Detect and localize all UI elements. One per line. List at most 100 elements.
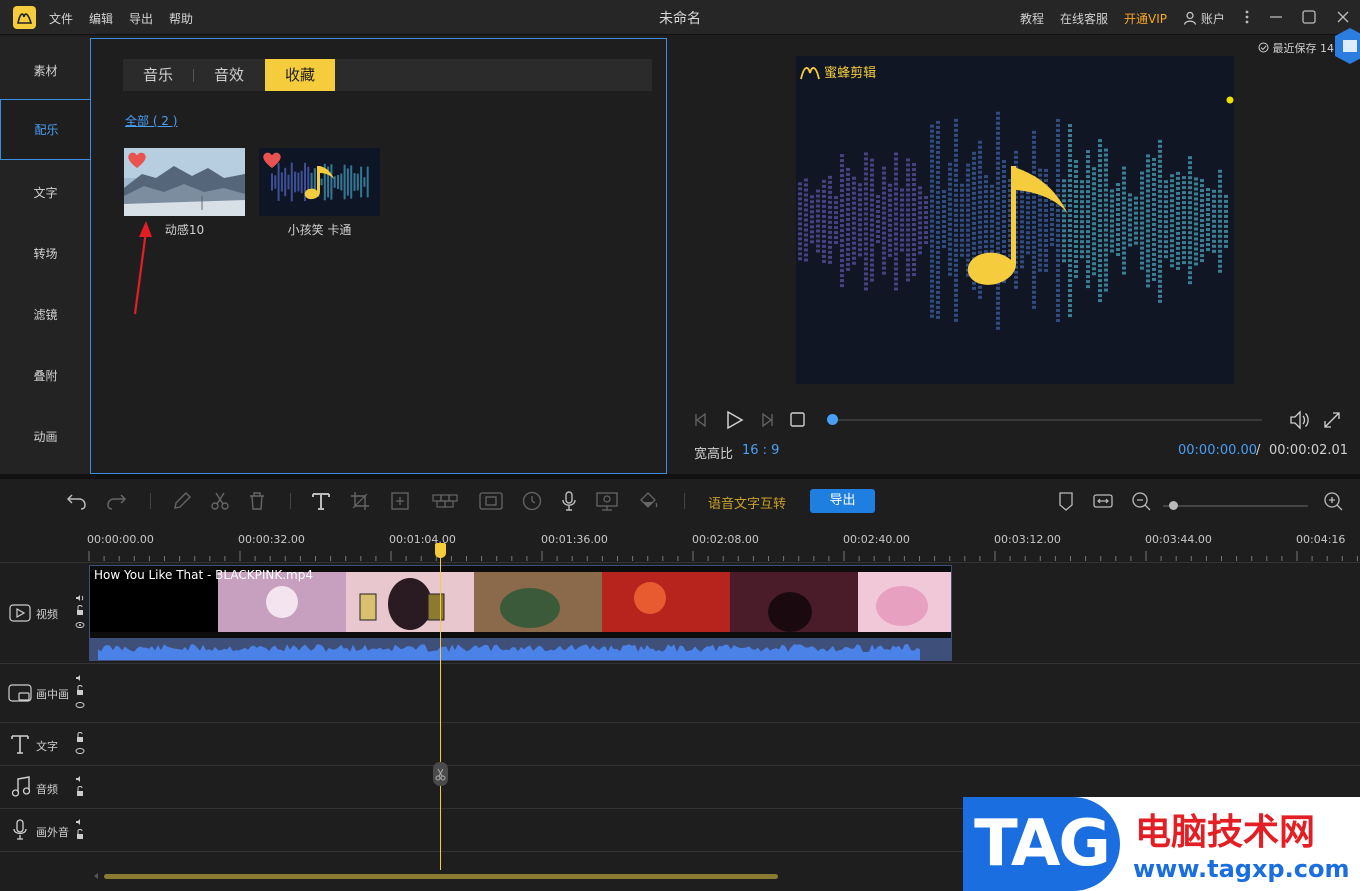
track-controls[interactable] [75, 818, 85, 842]
zoom-slider-knob[interactable] [1169, 501, 1178, 510]
pip-track-icon [8, 684, 32, 702]
tab-favorites[interactable]: 收藏 [265, 59, 335, 91]
next-frame-icon[interactable] [757, 410, 777, 430]
tutorial-link[interactable]: 教程 [1020, 10, 1044, 27]
bee-logo-icon [800, 67, 820, 80]
maximize-icon[interactable] [1299, 7, 1319, 27]
mosaic-icon[interactable] [431, 490, 459, 512]
track-label-pip: 画中画 [36, 688, 69, 701]
check-circle-icon [1258, 42, 1269, 53]
aspect-ratio-value[interactable]: 16 : 9 [742, 443, 779, 458]
fit-timeline-icon[interactable] [1092, 490, 1114, 512]
timeline-ruler[interactable]: 00:00:00.00 00:00:32.00 00:01:04.00 00:0… [0, 523, 1360, 563]
track-controls[interactable] [75, 732, 85, 756]
trash-icon[interactable] [246, 490, 268, 512]
time-separator: / [1256, 443, 1261, 458]
nav-music[interactable]: 配乐 [0, 99, 92, 160]
annotation-arrow [133, 221, 152, 315]
stop-icon[interactable] [789, 411, 807, 429]
menu-file[interactable]: 文件 [49, 10, 73, 27]
zoom-out-icon[interactable] [1130, 490, 1152, 512]
fullscreen-icon[interactable] [1322, 410, 1342, 430]
favorite-heart-icon[interactable] [126, 150, 148, 170]
text-track-icon [11, 735, 29, 754]
video-preview[interactable]: 蜜蜂剪辑 [796, 56, 1234, 384]
scroll-left-icon[interactable] [92, 872, 100, 880]
redo-icon[interactable] [106, 490, 128, 512]
music-note-icon [967, 166, 1068, 285]
close-icon[interactable] [1333, 7, 1353, 27]
menu-help[interactable]: 帮助 [169, 10, 193, 27]
brand-label: 蜜蜂剪辑 [824, 66, 877, 81]
playhead-handle[interactable] [435, 543, 446, 558]
track-controls[interactable] [75, 594, 85, 630]
track-label-video: 视频 [36, 608, 58, 621]
media-name: 小孩笑 卡通 [287, 223, 352, 237]
playback-progress-track[interactable] [832, 419, 1262, 421]
toolbar-separator [684, 493, 685, 509]
playback-progress-knob[interactable] [827, 414, 838, 425]
scissors-icon[interactable] [209, 490, 231, 512]
nav-transition[interactable]: 转场 [0, 224, 91, 285]
timeline-horizontal-scrollbar[interactable] [104, 874, 778, 879]
nav-material[interactable]: 素材 [0, 41, 91, 102]
tab-sound-effects[interactable]: 音效 [194, 59, 264, 91]
media-card-child-laugh[interactable]: 小孩笑 卡通 [259, 148, 380, 238]
account-button[interactable]: 账户 [1183, 10, 1225, 27]
screen-record-icon[interactable] [595, 490, 619, 512]
favorite-heart-icon[interactable] [261, 150, 283, 170]
split-scissors-handle[interactable] [433, 762, 448, 786]
volume-icon[interactable] [1288, 409, 1310, 431]
video-clip[interactable]: How You Like That - BLACKPINK.mp4 [89, 565, 952, 661]
undo-icon[interactable] [65, 490, 87, 512]
nav-text[interactable]: 文字 [0, 163, 91, 224]
vip-link[interactable]: 开通VIP [1124, 10, 1167, 27]
playhead-line[interactable] [440, 545, 441, 870]
track-text: 文字 [0, 723, 1360, 766]
online-support-link[interactable]: 在线客服 [1060, 10, 1108, 27]
total-time: 00:00:02.01 [1269, 443, 1349, 458]
minimize-icon[interactable] [1266, 7, 1286, 27]
last-saved-status: 最近保存 14 [1258, 40, 1334, 56]
ruler-label: 00:00:32.00 [238, 533, 305, 546]
media-thumbnail[interactable] [259, 148, 380, 216]
nav-animation[interactable]: 动画 [0, 407, 91, 468]
microphone-track-icon [13, 819, 27, 840]
preview-brand: 蜜蜂剪辑 [800, 62, 876, 81]
resize-icon[interactable] [389, 490, 411, 512]
media-thumbnail[interactable] [124, 148, 245, 216]
marker-icon[interactable] [1055, 490, 1077, 512]
nav-overlay[interactable]: 叠附 [0, 346, 91, 407]
watermark-site-name: 电脑技术网 [1135, 812, 1316, 853]
ruler-label: 00:03:12.00 [994, 533, 1061, 546]
tab-music[interactable]: 音乐 [123, 59, 193, 91]
toolbar-separator [290, 493, 291, 509]
pencil-icon[interactable] [171, 490, 193, 512]
menu-export[interactable]: 导出 [129, 10, 153, 27]
preview-panel: 最近保存 14 蜜蜂剪辑 宽高比 16 : 9 00:00:00.00 / 00… [671, 28, 1360, 474]
paint-bucket-icon[interactable] [637, 490, 659, 512]
track-controls[interactable] [75, 775, 85, 799]
speed-clock-icon[interactable] [521, 490, 543, 512]
aspect-ratio-label: 宽高比 [694, 447, 734, 462]
crop-icon[interactable] [349, 490, 371, 512]
microphone-icon[interactable] [558, 490, 580, 512]
app-logo-icon [13, 6, 36, 29]
nav-filter[interactable]: 滤镜 [0, 285, 91, 346]
freeze-frame-icon[interactable] [478, 490, 504, 512]
zoom-slider-track[interactable] [1163, 505, 1308, 507]
zoom-in-icon[interactable] [1322, 490, 1344, 512]
library-tabs: 音乐 音效 收藏 [123, 59, 652, 91]
account-label: 账户 [1200, 12, 1225, 26]
track-controls[interactable] [75, 674, 85, 710]
play-icon[interactable] [723, 409, 745, 431]
text-tool-icon[interactable] [310, 490, 332, 512]
site-watermark: TAG 电脑技术网 www.tagxp.com [963, 797, 1360, 891]
prev-frame-icon[interactable] [691, 410, 711, 430]
filter-all-link[interactable]: 全部 ( 2 ) [125, 112, 177, 129]
floating-assistant-icon[interactable] [1333, 26, 1360, 66]
speech-text-convert-button[interactable]: 语音文字互转 [708, 493, 786, 512]
menu-edit[interactable]: 编辑 [89, 10, 113, 27]
export-button[interactable]: 导出 [810, 489, 875, 513]
more-options-icon[interactable] [1237, 7, 1257, 27]
